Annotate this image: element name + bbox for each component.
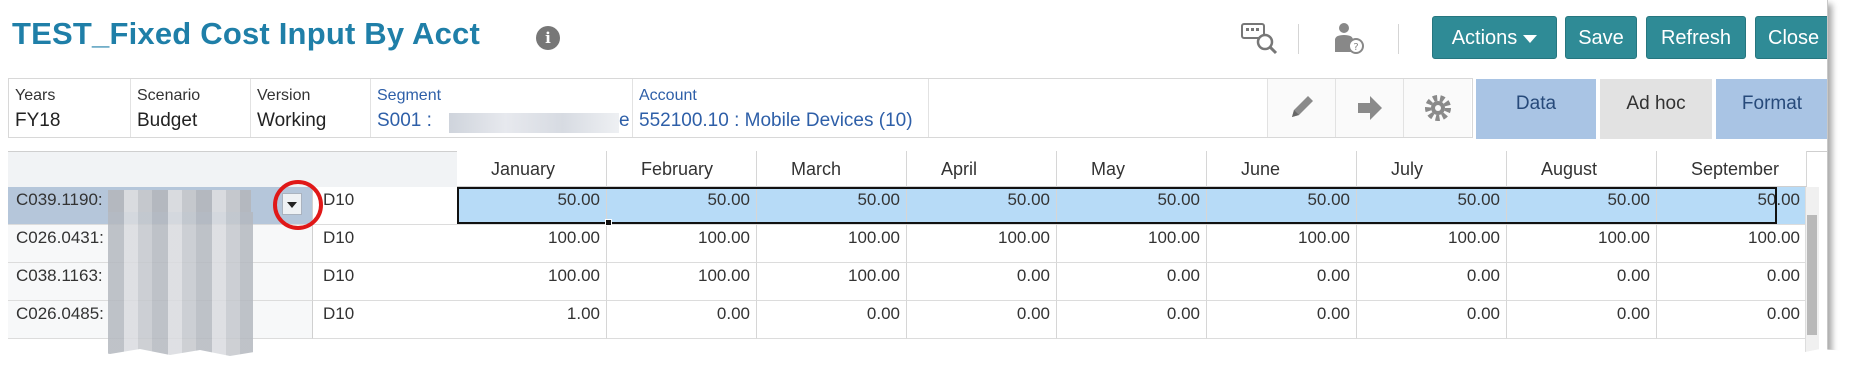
grid-cell[interactable]: 100.00	[907, 225, 1057, 263]
navigate-button[interactable]	[1335, 79, 1403, 137]
grid-cell[interactable]: 50.00	[1657, 187, 1807, 225]
grid-cell[interactable]: 100.00	[1507, 225, 1657, 263]
column-header[interactable]: August	[1507, 151, 1657, 187]
grid-cell[interactable]: 0.00	[1657, 263, 1807, 301]
tab-format[interactable]: Format	[1716, 79, 1827, 139]
redacted-text	[108, 212, 253, 362]
form-title: TEST_Fixed Cost Input By Acct	[12, 16, 480, 51]
settings-button[interactable]	[1403, 79, 1471, 137]
annotation-circle	[273, 180, 323, 230]
actions-label: Actions	[1451, 27, 1518, 49]
grid-cell[interactable]: 50.00	[757, 187, 907, 225]
pov-segment[interactable]: Segment S001 : e	[371, 79, 633, 137]
header-separator	[1298, 24, 1299, 54]
redacted-text	[449, 113, 619, 133]
tab-data[interactable]: Data	[1476, 79, 1596, 139]
pov-version[interactable]: Version Working	[251, 79, 371, 137]
row-header-dept[interactable]: D10	[313, 263, 463, 301]
edit-button[interactable]	[1267, 79, 1335, 137]
pov-value: S001 :	[377, 110, 432, 131]
grid-cell[interactable]: 100.00	[1657, 225, 1807, 263]
torn-edge	[0, 346, 1861, 382]
grid-cell[interactable]: 50.00	[907, 187, 1057, 225]
grid-cell[interactable]: 0.00	[1507, 263, 1657, 301]
grid-cell[interactable]: 50.00	[457, 187, 607, 225]
header-separator	[1398, 24, 1399, 54]
pov-label: Account	[639, 87, 697, 104]
grid-cell[interactable]: 0.00	[1507, 301, 1657, 339]
column-header[interactable]: September	[1657, 151, 1807, 187]
grid-cell[interactable]: 100.00	[1207, 225, 1357, 263]
grid-cell[interactable]: 0.00	[1357, 263, 1507, 301]
column-header[interactable]: April	[907, 151, 1057, 187]
pov-value: 552100.10 : Mobile Devices (10)	[639, 110, 913, 131]
grid-cell[interactable]: 100.00	[607, 263, 757, 301]
user-help-icon[interactable]: ?	[1330, 20, 1370, 56]
pov-value: Budget	[137, 110, 198, 131]
grid-cell[interactable]: 0.00	[1207, 301, 1357, 339]
pov-label: Years	[15, 87, 56, 104]
grid-cell[interactable]: 0.00	[1057, 263, 1207, 301]
pov-value-suffix: e	[619, 110, 630, 131]
close-button[interactable]: Close	[1755, 16, 1827, 59]
grid-cell[interactable]: 100.00	[607, 225, 757, 263]
column-header[interactable]: July	[1357, 151, 1507, 187]
grid-cell[interactable]: 0.00	[1357, 301, 1507, 339]
svg-text:?: ?	[1353, 42, 1358, 53]
grid-cell[interactable]: 0.00	[1657, 301, 1807, 339]
pencil-icon	[1292, 96, 1313, 117]
pov-scenario[interactable]: Scenario Budget	[131, 79, 251, 137]
row-header-dept[interactable]: D10	[313, 225, 463, 263]
row-header-dept[interactable]: D10	[313, 301, 463, 339]
column-header[interactable]: May	[1057, 151, 1207, 187]
pov-label: Version	[257, 87, 311, 104]
grid-cell[interactable]: 100.00	[457, 263, 607, 301]
tab-adhoc[interactable]: Ad hoc	[1600, 79, 1712, 139]
grid-cell[interactable]: 100.00	[757, 225, 907, 263]
grid-cell[interactable]: 0.00	[907, 263, 1057, 301]
grid-corner	[8, 152, 463, 188]
column-header[interactable]: January	[457, 151, 607, 187]
grid-cell[interactable]: 50.00	[1207, 187, 1357, 225]
pov-account[interactable]: Account 552100.10 : Mobile Devices (10)	[633, 79, 929, 137]
grid-cell[interactable]: 100.00	[757, 263, 907, 301]
grid-cell[interactable]: 50.00	[1357, 187, 1507, 225]
grid-cell[interactable]: 0.00	[907, 301, 1057, 339]
refresh-button[interactable]: Refresh	[1646, 16, 1746, 59]
search-members-icon[interactable]	[1240, 20, 1280, 56]
redacted-text	[108, 190, 251, 212]
grid-cell[interactable]: 0.00	[607, 301, 757, 339]
fill-handle[interactable]	[605, 219, 612, 226]
grid-cell[interactable]: 50.00	[1507, 187, 1657, 225]
pov-label: Scenario	[137, 87, 201, 104]
gear-icon	[1425, 95, 1451, 121]
grid-cell[interactable]: 1.00	[457, 301, 607, 339]
grid-cell[interactable]: 0.00	[757, 301, 907, 339]
grid-cell[interactable]: 50.00	[1057, 187, 1207, 225]
actions-button[interactable]: Actions	[1432, 16, 1557, 59]
scrollbar-thumb[interactable]	[1807, 215, 1817, 335]
pov-years[interactable]: Years FY18	[9, 79, 131, 137]
pov-label: Segment	[377, 87, 442, 104]
column-header[interactable]: June	[1207, 151, 1357, 187]
column-header[interactable]: February	[607, 151, 757, 187]
grid-cell[interactable]: 0.00	[1057, 301, 1207, 339]
grid-cell[interactable]: 0.00	[1207, 263, 1357, 301]
arrow-right-icon	[1358, 96, 1382, 120]
row-header-dept[interactable]: D10	[313, 187, 463, 225]
pov-value: Working	[257, 110, 327, 131]
chevron-down-icon	[1523, 34, 1538, 43]
info-icon[interactable]: i	[536, 26, 560, 50]
grid-cell[interactable]: 100.00	[1357, 225, 1507, 263]
grid-cell[interactable]: 50.00	[607, 187, 757, 225]
column-header[interactable]: March	[757, 151, 907, 187]
app-window: TEST_Fixed Cost Input By Acct i ? Action…	[0, 0, 1828, 382]
grid-cell[interactable]: 100.00	[457, 225, 607, 263]
save-button[interactable]: Save	[1565, 16, 1637, 59]
pov-bar: Years FY18 Scenario Budget Version Worki…	[8, 78, 1473, 138]
grid-cell[interactable]: 100.00	[1057, 225, 1207, 263]
pov-value: FY18	[15, 110, 61, 131]
